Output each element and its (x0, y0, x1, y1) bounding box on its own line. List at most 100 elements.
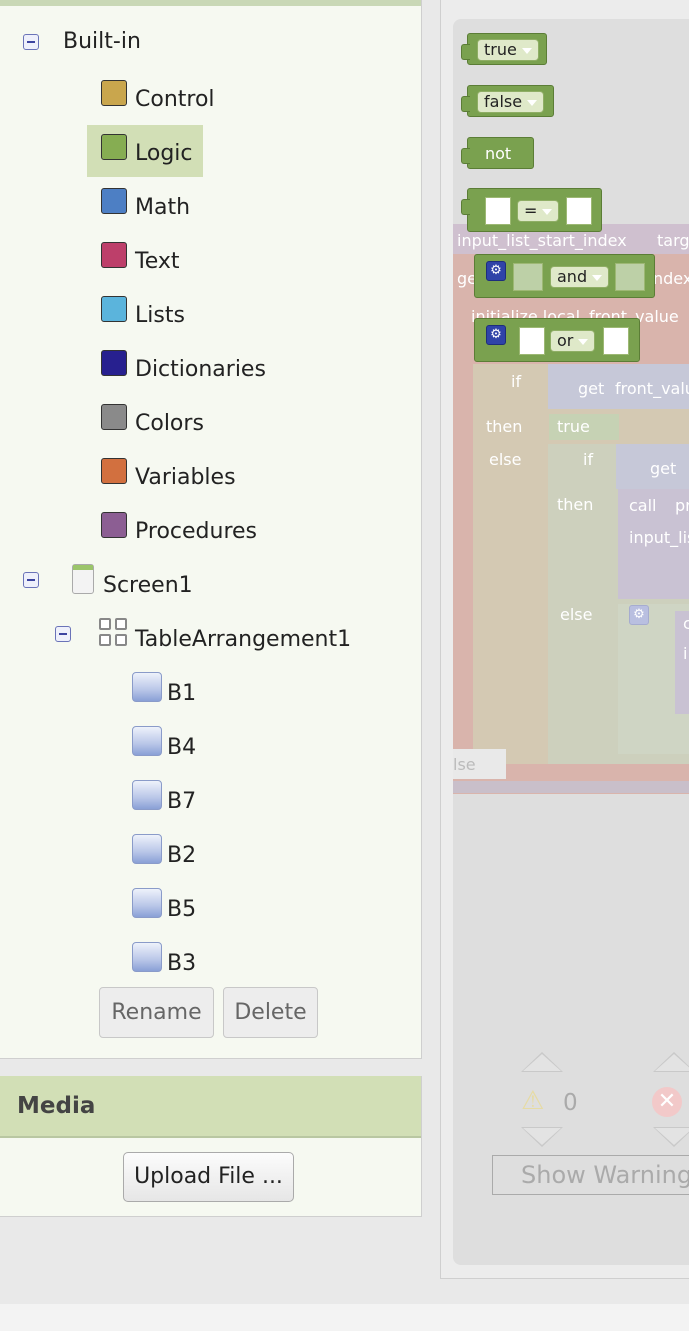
ghost-if1: if (511, 372, 522, 391)
warning-icon: ⚠ (521, 1086, 545, 1116)
ghost-pr: pr (675, 496, 689, 515)
media-header: Media (0, 1076, 421, 1138)
component-b2[interactable]: B2 (167, 843, 196, 868)
ghost-mutator-icon: ⚙ (629, 605, 649, 625)
ghost-true: true (557, 417, 590, 436)
ghost-call: call (629, 496, 657, 515)
delete-button[interactable]: Delete (223, 987, 318, 1038)
or-block[interactable]: ⚙ or (474, 318, 640, 362)
ghost-targ: targ (657, 231, 689, 250)
true-label: true (484, 40, 517, 59)
component-b7[interactable]: B7 (167, 789, 196, 814)
category-logic[interactable]: Logic (135, 141, 193, 166)
table-arrangement-icon (99, 618, 129, 648)
category-math[interactable]: Math (135, 195, 190, 220)
category-dictionaries[interactable]: Dictionaries (135, 357, 266, 382)
or-label: or (557, 331, 574, 350)
equals-left-slot[interactable] (485, 197, 511, 225)
category-colors-swatch-icon (101, 404, 127, 430)
and-left-slot[interactable] (513, 263, 543, 291)
ghost-front-valu: front_valu (615, 379, 689, 398)
category-variables[interactable]: Variables (135, 465, 236, 490)
button-component-icon (132, 942, 162, 972)
category-procedures-swatch-icon (101, 512, 127, 538)
tree-builtin-label[interactable]: Built-in (63, 29, 141, 54)
component-b4[interactable]: B4 (167, 735, 196, 760)
true-dropdown[interactable]: true (477, 39, 539, 61)
and-block[interactable]: ⚙ and (474, 254, 655, 298)
ghost-input-lis: input_lis (629, 528, 689, 547)
bottom-strip (0, 1304, 689, 1331)
not-block[interactable]: not (461, 137, 534, 169)
category-control[interactable]: Control (135, 87, 215, 112)
category-dictionaries-swatch-icon (101, 350, 127, 376)
screen-icon (72, 564, 94, 594)
warning-prev-icon[interactable] (521, 1052, 563, 1072)
equals-label: = (524, 201, 538, 220)
category-logic-swatch-icon (101, 134, 127, 160)
ghost-get2: get (650, 459, 677, 478)
and-mutator-gear-icon[interactable]: ⚙ (486, 261, 506, 281)
equals-dropdown[interactable]: = (517, 200, 560, 222)
upload-file-button[interactable]: Upload File ... (123, 1152, 294, 1202)
block-connector (461, 96, 470, 112)
and-right-slot[interactable] (615, 263, 645, 291)
component-b1[interactable]: B1 (167, 681, 196, 706)
warning-next-icon[interactable] (521, 1127, 563, 1147)
ghost-start-index: input_list_start_index (457, 231, 627, 250)
button-component-icon (132, 888, 162, 918)
false-block[interactable]: false (461, 85, 554, 117)
ghost-get1: get (578, 379, 605, 398)
error-icon: ✕ (652, 1087, 682, 1117)
media-title: Media (17, 1093, 96, 1119)
category-control-swatch-icon (101, 80, 127, 106)
category-math-swatch-icon (101, 188, 127, 214)
button-component-icon (132, 672, 162, 702)
error-prev-icon[interactable] (653, 1052, 689, 1072)
component-b5[interactable]: B5 (167, 897, 196, 922)
panel-top-strip (0, 0, 421, 6)
ghost-else2: else (560, 605, 593, 624)
rename-button[interactable]: Rename (99, 987, 214, 1038)
or-left-slot[interactable] (519, 327, 545, 355)
ghost-bottom-bar (453, 781, 689, 793)
collapse-arrangement-icon[interactable] (55, 626, 71, 642)
category-procedures[interactable]: Procedures (135, 519, 257, 544)
category-lists[interactable]: Lists (135, 303, 185, 328)
or-right-slot[interactable] (603, 327, 629, 355)
collapse-builtin-icon[interactable] (23, 34, 39, 50)
and-dropdown[interactable]: and (550, 266, 610, 288)
and-label: and (557, 267, 588, 286)
false-label: false (484, 92, 523, 111)
button-component-icon (132, 726, 162, 756)
warning-count: 0 (563, 1090, 578, 1116)
ghost-c: c (683, 614, 689, 633)
block-connector (461, 44, 470, 60)
category-text[interactable]: Text (135, 249, 180, 274)
category-text-swatch-icon (101, 242, 127, 268)
ghost-else1: else (489, 450, 522, 469)
button-component-icon (132, 834, 162, 864)
collapse-screen1-icon[interactable] (23, 572, 39, 588)
ghost-if2: if (583, 450, 594, 469)
block-connector (461, 199, 470, 215)
component-b3[interactable]: B3 (167, 951, 196, 976)
not-label: not (485, 144, 512, 163)
ghost-ndex: ndex (653, 269, 689, 288)
ghost-i: i (683, 644, 688, 663)
error-next-icon[interactable] (653, 1127, 689, 1147)
ghost-then1: then (486, 417, 523, 436)
or-mutator-gear-icon[interactable]: ⚙ (486, 325, 506, 345)
equals-right-slot[interactable] (566, 197, 592, 225)
tree-arrangement-label[interactable]: TableArrangement1 (135, 627, 351, 652)
ghost-then2: then (557, 495, 594, 514)
true-block[interactable]: true (461, 33, 547, 65)
category-colors[interactable]: Colors (135, 411, 204, 436)
show-warnings-button[interactable]: Show Warning (492, 1155, 689, 1195)
false-dropdown[interactable]: false (477, 91, 545, 113)
ghost-lse: lse (453, 755, 476, 774)
equals-block[interactable]: = (461, 188, 602, 232)
or-dropdown[interactable]: or (550, 330, 596, 352)
tree-screen1-label[interactable]: Screen1 (103, 573, 193, 598)
category-variables-swatch-icon (101, 458, 127, 484)
